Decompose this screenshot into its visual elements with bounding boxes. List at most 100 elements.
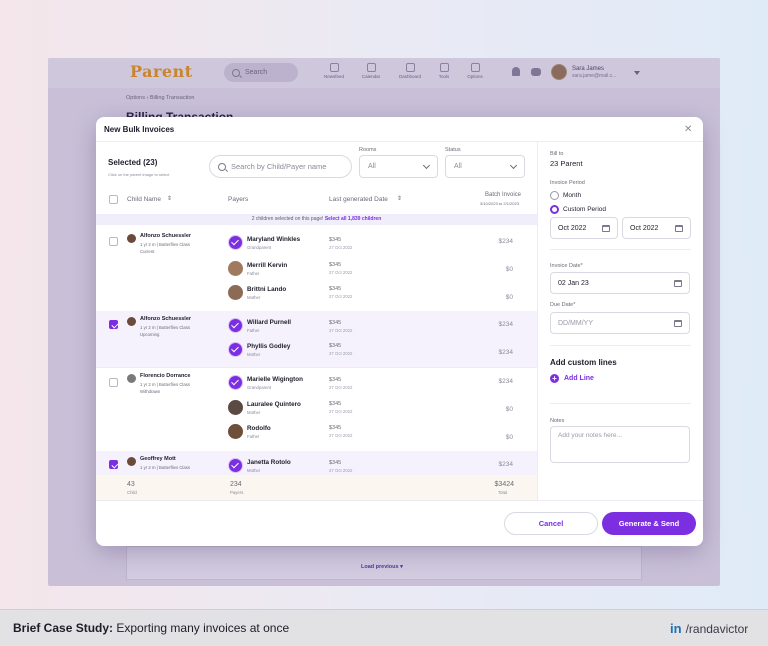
chevron-down-icon xyxy=(422,161,431,169)
payer-selected-avatar[interactable] xyxy=(228,375,243,390)
row-checkbox[interactable] xyxy=(109,460,118,469)
avatar xyxy=(551,64,567,80)
add-line-button[interactable]: + Add Line xyxy=(550,374,594,383)
batch-amount: $234 xyxy=(498,461,513,468)
child-avatar xyxy=(127,234,136,243)
child-avatar xyxy=(127,457,136,466)
radio-month-label[interactable]: Month xyxy=(563,192,581,199)
total-payers-label: Payers xyxy=(230,490,244,495)
bell-icon[interactable] xyxy=(512,67,520,76)
period-to-input[interactable]: Oct 2022 xyxy=(622,217,691,239)
nav-label: Tools xyxy=(438,74,450,79)
select-all-link[interactable]: Select all 1,839 children xyxy=(325,216,381,222)
calendar-icon xyxy=(675,224,683,232)
child-class: 1 yr 2 m | Butterflies Class xyxy=(140,325,191,330)
nav-dashboard[interactable]: Dashboard xyxy=(396,63,424,79)
radio-month[interactable] xyxy=(550,191,559,200)
child-class: 1 yr 2 m | Butterflies Class xyxy=(140,382,191,387)
table-row: Florencio Dorrance 1 yr 2 m | Butterflie… xyxy=(96,367,537,451)
notes-textarea[interactable]: Add your notes here... xyxy=(550,426,690,463)
period-from-input[interactable]: Oct 2022 xyxy=(550,217,618,239)
search-placeholder: Search by Child/Payer name xyxy=(231,162,327,171)
child-name: Florencio Dorrance xyxy=(140,373,191,379)
payer-name: Lauralee Quintero xyxy=(247,401,301,408)
chevron-down-icon[interactable] xyxy=(634,71,640,75)
search-icon xyxy=(218,162,226,171)
radio-custom-label[interactable]: Custom Period xyxy=(563,206,606,213)
payer-avatar[interactable] xyxy=(228,261,243,276)
case-study-caption: Brief Case Study: Exporting many invoice… xyxy=(13,621,289,635)
invoice-date-input[interactable]: 02 Jan 23 xyxy=(550,272,690,294)
child-class: 1 yr 2 m | Butterflies Class xyxy=(140,242,191,247)
payer-name: Maryland Winkles xyxy=(247,236,301,243)
col-last-generated[interactable]: Last generated Date xyxy=(329,196,388,203)
generate-send-button[interactable]: Generate & Send xyxy=(602,512,696,535)
payer-selected-avatar[interactable] xyxy=(228,318,243,333)
sort-icon[interactable]: ⇕ xyxy=(167,195,172,202)
payer-avatar[interactable] xyxy=(228,400,243,415)
nav-label: Dashboard xyxy=(398,74,421,79)
rooms-select[interactable]: All xyxy=(359,155,438,178)
batch-amount: $234 xyxy=(498,378,513,385)
tools-icon xyxy=(439,63,449,72)
user-menu[interactable]: Sara James sara.jame@mail.c... xyxy=(551,64,616,80)
linkedin-handle[interactable]: in/randavictor xyxy=(670,621,748,636)
payer-selected-avatar[interactable] xyxy=(228,342,243,357)
batch-amount: $0 xyxy=(505,266,513,273)
bulk-invoices-modal: New Bulk Invoices ✕ Selected (23) Click … xyxy=(96,117,703,546)
payer-role: Mother xyxy=(247,295,261,300)
generated-date: 27 Oct 2022 xyxy=(329,409,353,414)
payer-name: Willard Purnell xyxy=(247,319,292,326)
app-search[interactable]: Search xyxy=(224,63,298,82)
payer-role: Grandparent xyxy=(247,385,272,390)
bill-to-value: 23 Parent xyxy=(550,159,583,168)
amount: $345 xyxy=(329,425,342,431)
nav-options[interactable]: Options xyxy=(461,63,489,79)
nav-calendar[interactable]: Calendar xyxy=(357,63,385,79)
selected-count: Selected (23) xyxy=(108,158,158,167)
modal-title: New Bulk Invoices xyxy=(104,125,175,134)
child-name: Geoffrey Mott xyxy=(140,456,176,462)
payer-avatar[interactable] xyxy=(228,285,243,300)
period-to-value: Oct 2022 xyxy=(630,224,659,232)
col-batch-invoice: Batch Invoice xyxy=(485,192,522,198)
chat-icon[interactable] xyxy=(531,68,541,76)
payer-avatar[interactable] xyxy=(228,424,243,439)
col-payers: Payers xyxy=(228,196,249,203)
amount: $345 xyxy=(329,262,342,268)
cancel-button[interactable]: Cancel xyxy=(504,512,598,535)
calendar-icon xyxy=(674,319,682,327)
row-checkbox[interactable] xyxy=(109,237,118,246)
payer-name: Merrill Kervin xyxy=(247,262,288,269)
payer-role: Mother xyxy=(247,352,261,357)
due-date-label: Due Date* xyxy=(550,302,576,308)
close-icon[interactable]: ✕ xyxy=(684,124,692,135)
child-search-input[interactable]: Search by Child/Payer name xyxy=(209,155,352,178)
divider xyxy=(550,345,691,346)
total-payers-value: 234 xyxy=(230,481,242,488)
payer-name: Rodolfo xyxy=(247,425,271,432)
breadcrumb: Options › Billing Transaction xyxy=(126,95,195,101)
due-date-placeholder: DD/MM/YY xyxy=(558,319,593,327)
child-status: Withdrawn xyxy=(140,389,161,394)
col-batch-range: 3/10/2023 to 2/1/2023 xyxy=(480,201,519,206)
child-class: 1 yr 2 m | Butterflies Class xyxy=(140,465,191,470)
status-select[interactable]: All xyxy=(445,155,525,178)
radio-custom-period[interactable] xyxy=(550,205,559,214)
col-child-name[interactable]: Child Name xyxy=(127,196,161,203)
nav-tools[interactable]: Tools xyxy=(430,63,458,79)
amount: $345 xyxy=(329,401,342,407)
sort-icon[interactable]: ⇕ xyxy=(397,195,402,202)
due-date-input[interactable]: DD/MM/YY xyxy=(550,312,690,334)
select-all-checkbox[interactable] xyxy=(109,195,118,204)
app-header: Parent Search Newsfeed Calendar Dashboar… xyxy=(48,58,720,88)
nav-newsfeed[interactable]: Newsfeed xyxy=(320,63,348,79)
row-checkbox[interactable] xyxy=(109,320,118,329)
load-previous-link[interactable]: Load previous ▾ xyxy=(361,564,403,570)
row-checkbox[interactable] xyxy=(109,378,118,387)
payer-selected-avatar[interactable] xyxy=(228,458,243,473)
payer-selected-avatar[interactable] xyxy=(228,235,243,250)
amount: $345 xyxy=(329,320,342,326)
total-child-label: Child xyxy=(127,490,137,495)
table-row: Alfonzo Schuessler 1 yr 2 m | Butterflie… xyxy=(96,311,537,367)
